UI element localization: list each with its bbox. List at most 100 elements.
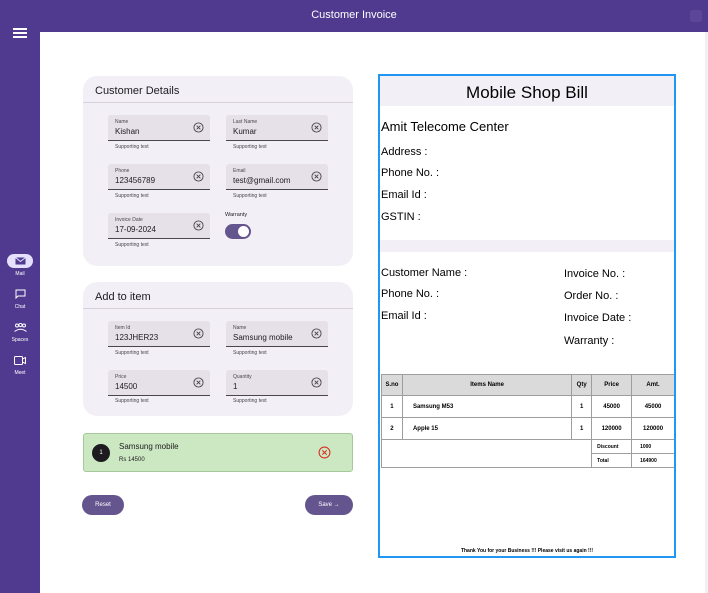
customer-email-line: Email Id : (381, 310, 427, 322)
shop-phone: Phone No. : (381, 167, 440, 179)
menu-icon[interactable] (13, 28, 27, 40)
quantity-label: Quantity (233, 374, 252, 380)
nav-item-mail[interactable]: Mail (0, 254, 40, 277)
email-field[interactable]: Email test@gmail.com (226, 164, 328, 190)
email-label: Email (233, 168, 246, 174)
last-name-field[interactable]: Last Name Kumar (226, 115, 328, 141)
customer-details-title: Customer Details (95, 85, 180, 97)
added-item-row[interactable]: 1 Samsung mobile Rs 14500 (83, 433, 353, 472)
navigation-rail: Mail Chat Spaces Meet (0, 0, 40, 593)
nav-item-chat[interactable]: Chat (0, 287, 40, 310)
column-header: Price (591, 374, 633, 396)
price-field[interactable]: Price 14500 (108, 370, 210, 396)
nav-label-spaces: Spaces (11, 337, 29, 343)
empty-cell (380, 439, 593, 468)
warranty-label: Warranty (225, 212, 248, 218)
last-name-support: Supporting text (233, 144, 267, 150)
bill-title: Mobile Shop Bill (380, 76, 674, 106)
clear-icon[interactable] (311, 122, 322, 133)
table-row: 2 Apple 15 1 120000 120000 (381, 417, 674, 440)
reset-button[interactable]: Reset (82, 495, 124, 515)
added-item-price: Rs 14500 (119, 457, 145, 463)
clear-icon[interactable] (311, 328, 322, 339)
item-id-label: Item Id (115, 325, 131, 331)
clear-icon[interactable] (193, 328, 204, 339)
invoice-date-support: Supporting text (115, 242, 149, 248)
clear-icon[interactable] (193, 220, 204, 231)
invoice-no-line: Invoice No. : (564, 268, 626, 280)
shop-name: Amit Telecome Center (381, 119, 509, 134)
invoice-date-line: Invoice Date : (564, 312, 632, 324)
invoice-date-label: Invoice Date (115, 217, 143, 223)
nav-item-spaces[interactable]: Spaces (0, 320, 40, 343)
phone-field[interactable]: Phone 123456789 (108, 164, 210, 190)
phone-support: Supporting text (115, 193, 149, 199)
nav-item-meet[interactable]: Meet (0, 353, 40, 376)
shop-email: Email Id : (381, 189, 427, 201)
remove-item-icon[interactable] (318, 446, 331, 459)
discount-label: Discount (591, 439, 633, 454)
table-header-row: S.no Items Name Qty Price Amt. (381, 374, 674, 396)
name-field[interactable]: Name Kishan (108, 115, 210, 141)
quantity-value: 1 (233, 382, 238, 391)
clear-icon[interactable] (311, 377, 322, 388)
divider (83, 308, 353, 309)
table-row: 1 Samsung M53 1 45000 45000 (381, 395, 674, 418)
add-item-title: Add to item (95, 291, 151, 303)
order-no-line: Order No. : (564, 290, 619, 302)
item-id-field[interactable]: Item Id 123JHER23 (108, 321, 210, 347)
item-name-field[interactable]: Name Samsung mobile (226, 321, 328, 347)
nav-label-chat: Chat (14, 304, 26, 310)
chat-icon (7, 287, 33, 301)
total-value: 164900 (631, 453, 674, 468)
items-table: S.no Items Name Qty Price Amt. 1 Samsung… (380, 374, 674, 468)
window-control-icon[interactable] (690, 10, 702, 22)
name-value: Kishan (115, 127, 140, 136)
table-cell: 45000 (631, 395, 674, 418)
last-name-label: Last Name (233, 119, 258, 125)
app-title: Customer Invoice (311, 9, 397, 21)
column-header: Items Name (401, 374, 573, 396)
table-cell: 45000 (591, 395, 633, 418)
table-cell: 1 (571, 417, 593, 440)
table-cell: 120000 (591, 417, 633, 440)
discount-row: Discount 1000 (380, 439, 674, 468)
table-cell: 120000 (631, 417, 674, 440)
clear-icon[interactable] (193, 171, 204, 182)
price-label: Price (115, 374, 127, 380)
total-label: Total (591, 453, 633, 468)
clear-icon[interactable] (193, 122, 204, 133)
top-app-bar: Customer Invoice (0, 0, 708, 32)
item-id-value: 123JHER23 (115, 333, 159, 342)
nav-label-meet: Meet (14, 370, 26, 376)
save-button[interactable]: Save → (305, 495, 353, 515)
customer-phone-line: Phone No. : (381, 288, 440, 300)
divider (83, 102, 353, 103)
table-cell: 1 (571, 395, 593, 418)
nav-label-mail: Mail (15, 271, 25, 277)
shop-address: Address : (381, 146, 428, 158)
table-cell: Apple 15 (401, 417, 573, 440)
item-name-support: Supporting text (233, 350, 267, 356)
name-label: Name (115, 119, 129, 125)
invoice-date-value: 17-09-2024 (115, 225, 156, 234)
email-support: Supporting text (233, 193, 267, 199)
discount-value: 1000 (631, 439, 674, 454)
quantity-support: Supporting text (233, 398, 267, 404)
clear-icon[interactable] (193, 377, 204, 388)
item-name-label: Name (233, 325, 247, 331)
item-id-support: Supporting text (115, 350, 149, 356)
add-item-card: Add to item Item Id 123JHER23 Supporting… (83, 282, 353, 416)
name-support: Supporting text (115, 144, 149, 150)
bill-footer: Thank You for your Business !!! Please v… (460, 548, 594, 554)
clear-icon[interactable] (311, 171, 322, 182)
quantity-field[interactable]: Quantity 1 (226, 370, 328, 396)
table-cell: 1 (381, 395, 403, 418)
phone-label: Phone (115, 168, 130, 174)
warranty-toggle[interactable] (225, 224, 251, 239)
email-value: test@gmail.com (233, 176, 291, 185)
customer-details-card: Customer Details Name Kishan Supporting … (83, 76, 353, 266)
shop-gstin: GSTIN : (381, 211, 421, 223)
invoice-date-field[interactable]: Invoice Date 17-09-2024 (108, 213, 210, 239)
mail-icon (7, 254, 33, 268)
